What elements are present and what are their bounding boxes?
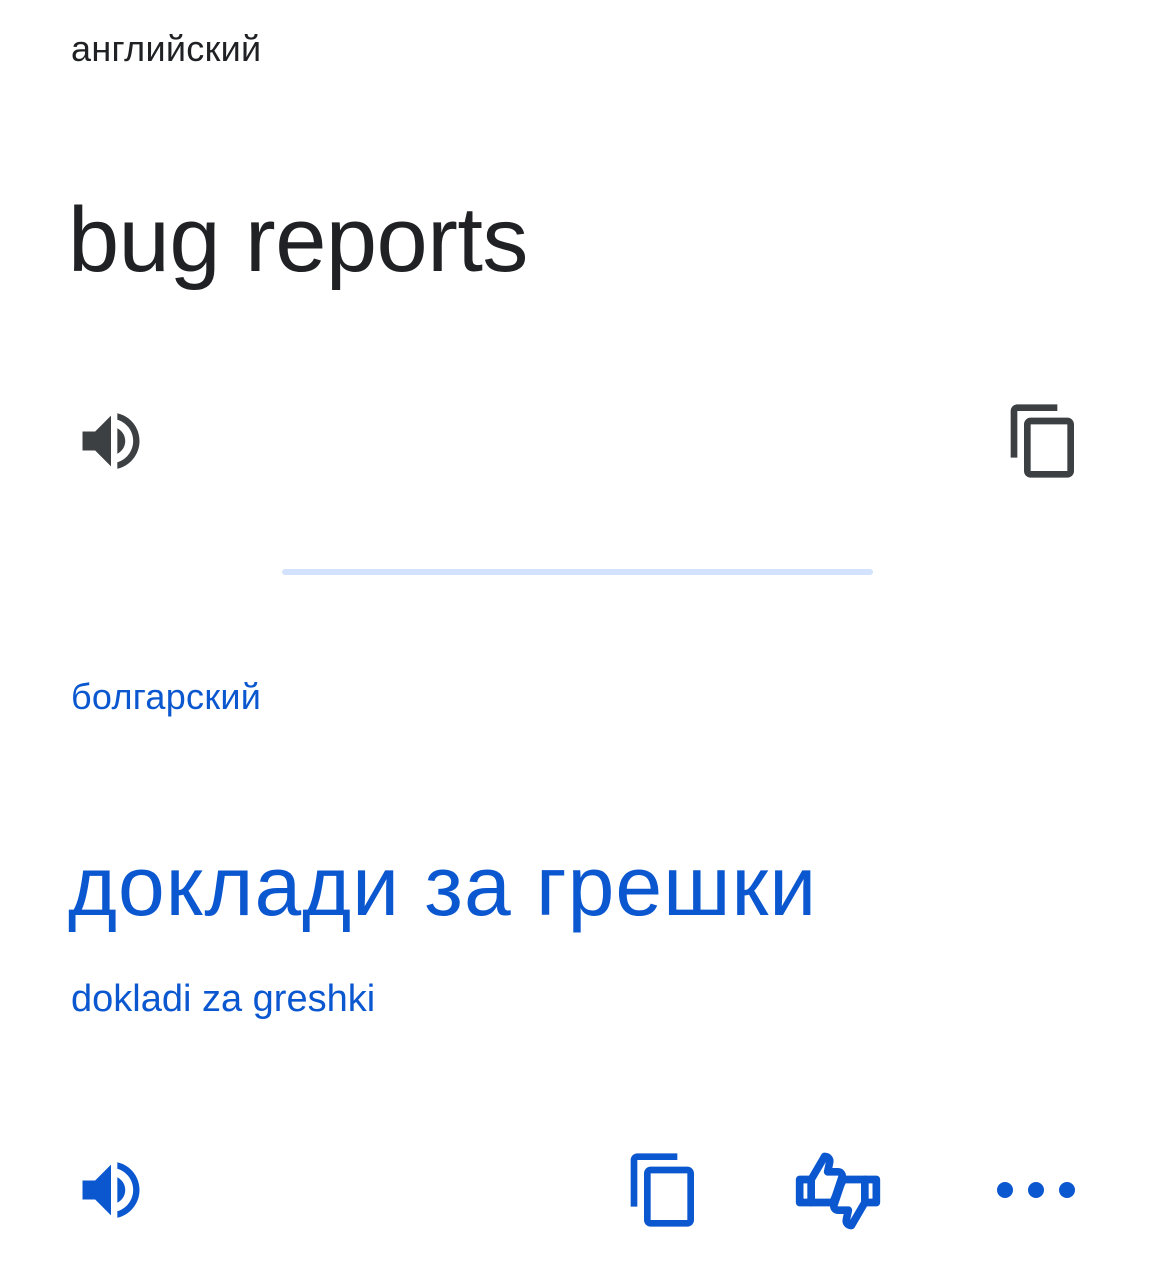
source-language-label[interactable]: английский [71,28,261,70]
target-language-label[interactable]: болгарский [71,676,261,718]
thumbs-up-down-icon [795,1152,881,1230]
target-copy-button[interactable] [624,1150,704,1230]
more-options-button[interactable] [992,1150,1084,1230]
speaker-icon [82,413,140,469]
copy-icon [630,1153,694,1227]
section-divider [282,569,873,575]
more-horizontal-icon [997,1182,1075,1198]
speaker-icon [82,1162,140,1218]
source-text: bug reports [68,189,528,291]
source-listen-button[interactable] [71,401,151,481]
copy-icon [1010,404,1074,478]
transliteration-text: dokladi za greshki [71,978,376,1020]
source-copy-button[interactable] [1004,401,1084,481]
rate-translation-button[interactable] [792,1145,884,1237]
target-listen-button[interactable] [71,1150,151,1230]
translated-text: доклади за грешки [68,839,818,933]
